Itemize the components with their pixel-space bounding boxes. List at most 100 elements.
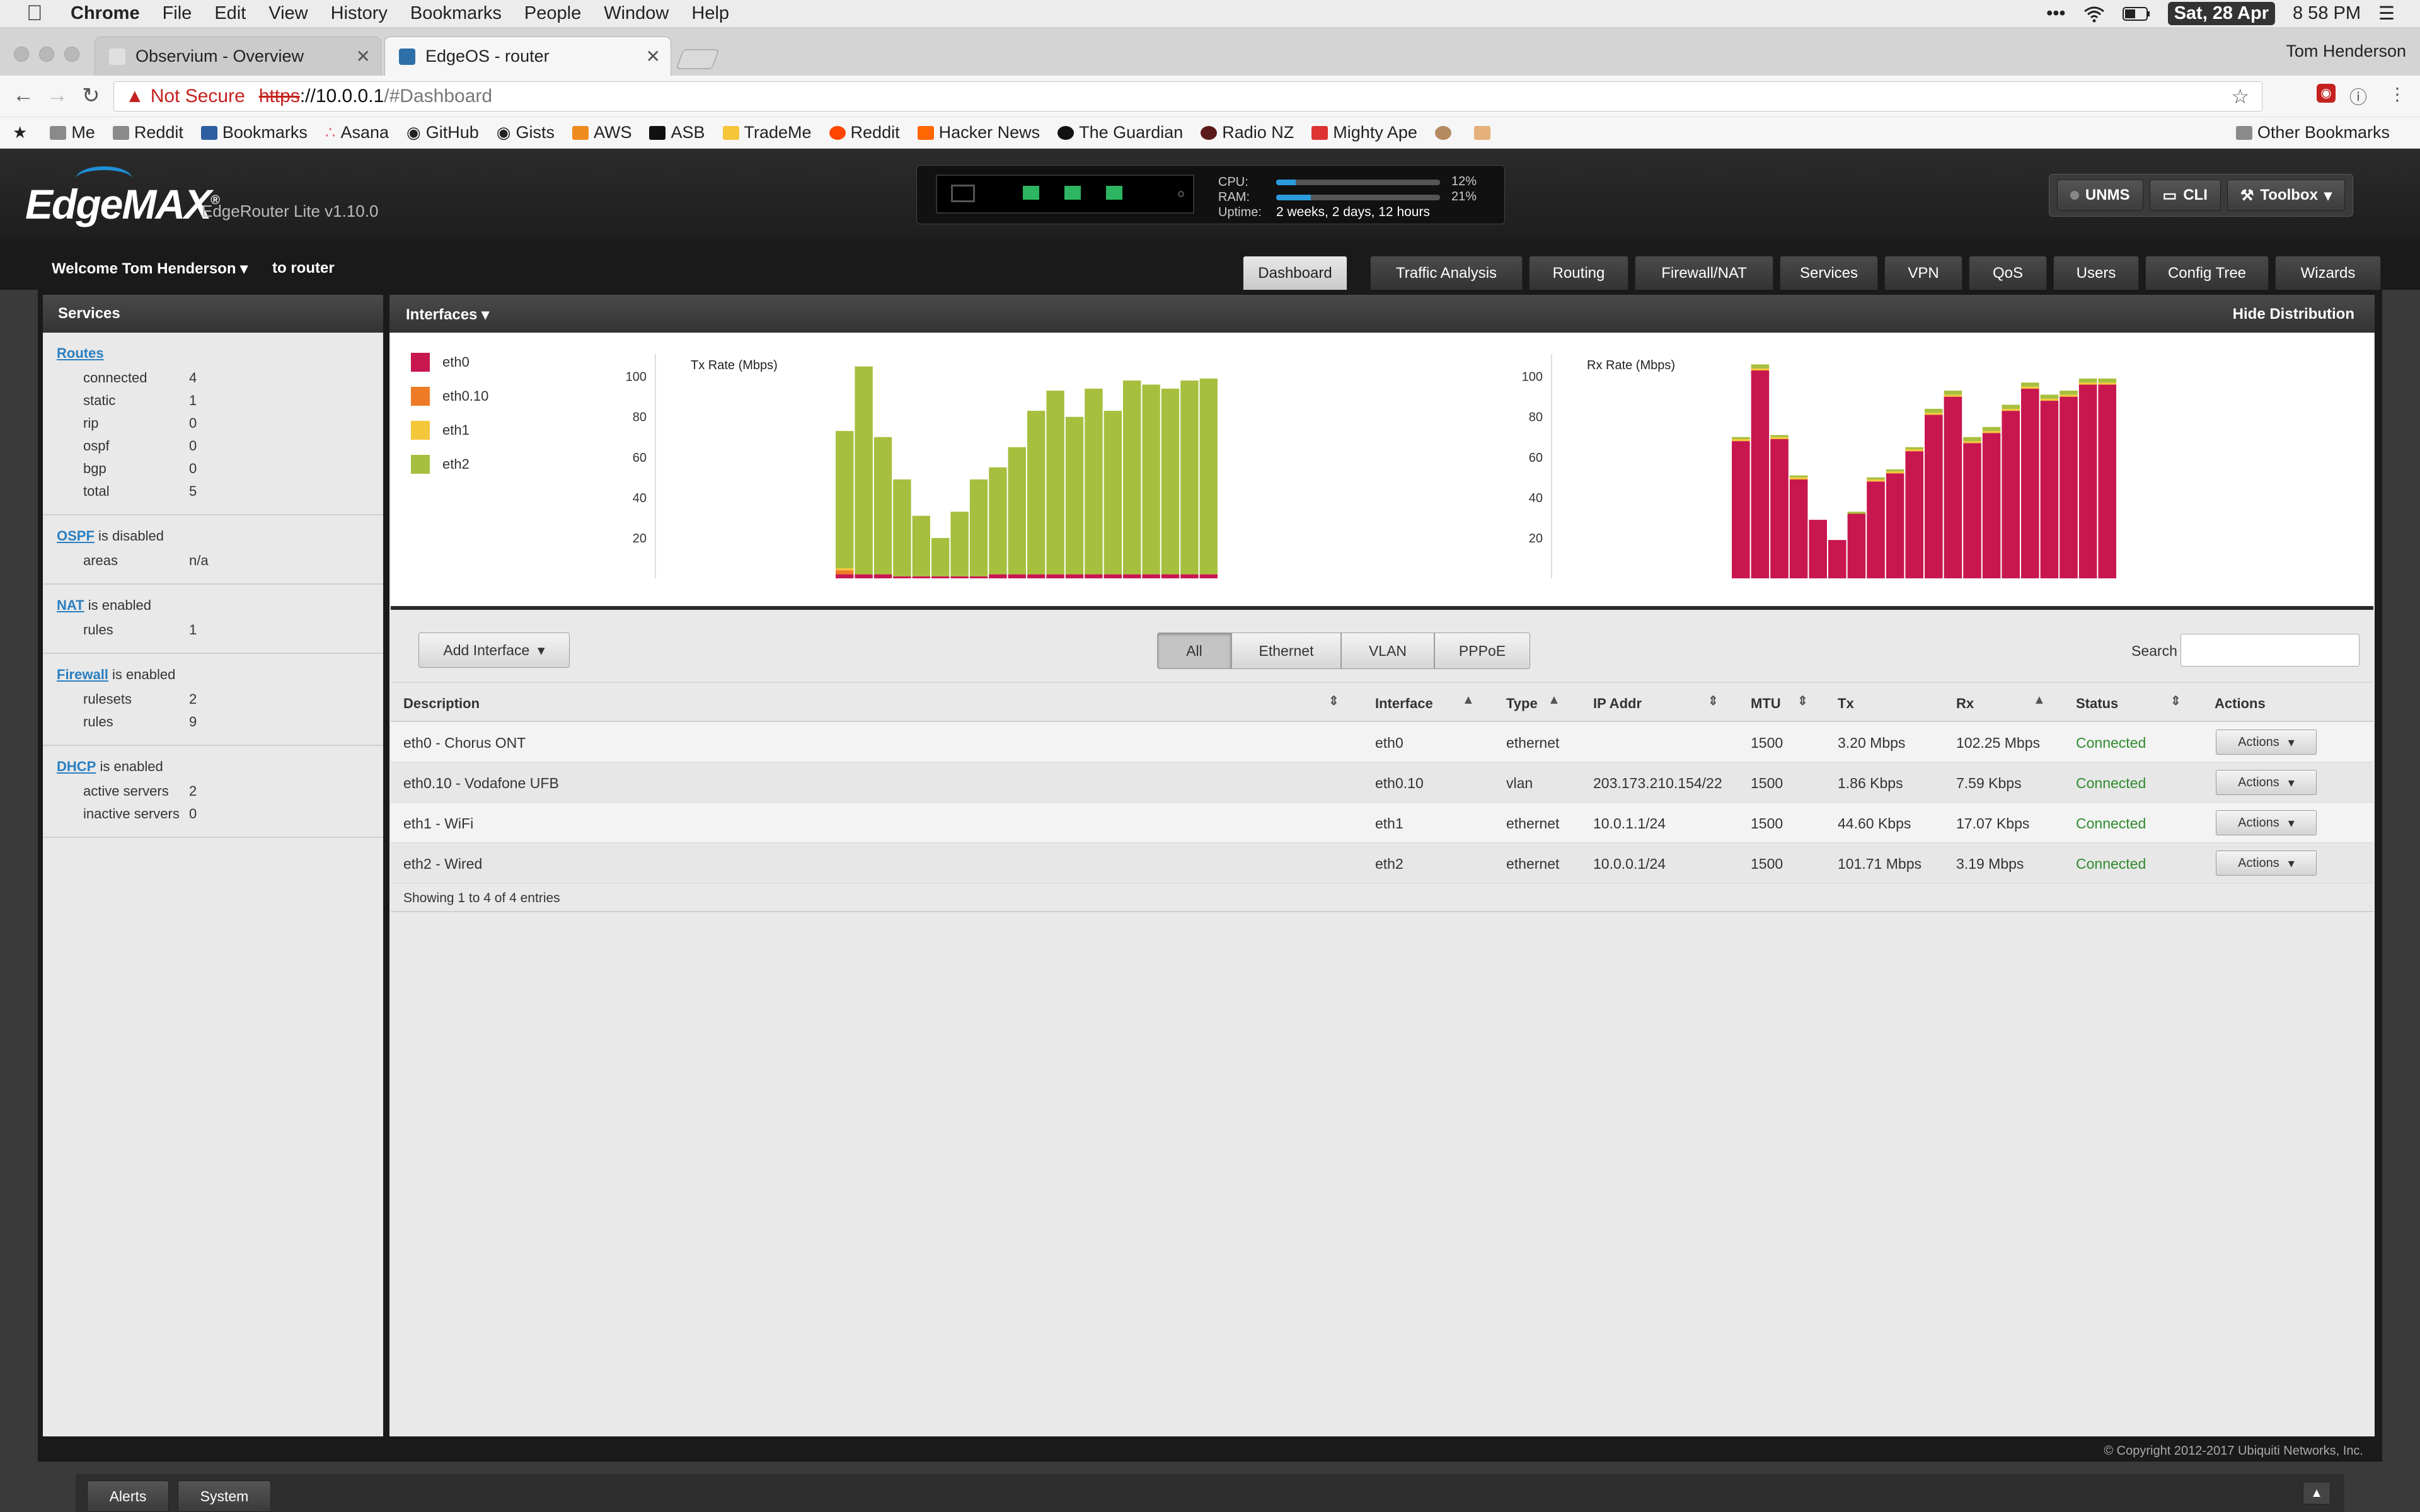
tab-config-tree[interactable]: Config Tree (2145, 256, 2269, 290)
bar-eth1[interactable] (2021, 386, 2039, 389)
alerts-tab[interactable]: Alerts (87, 1480, 169, 1512)
profile-name[interactable]: Tom Henderson (2286, 42, 2406, 61)
ospf-link[interactable]: OSPF (57, 528, 95, 544)
sort-both-icon[interactable]: ⇕ (2170, 693, 2181, 709)
bar-eth0[interactable] (969, 576, 988, 578)
bar-eth0[interactable] (931, 576, 950, 578)
bar-eth2[interactable] (1905, 447, 1923, 449)
bar-eth0[interactable] (1161, 574, 1180, 578)
bookmark-gists[interactable]: ◉ Gists (497, 123, 555, 142)
bar-eth2[interactable] (931, 537, 950, 576)
menubar-date[interactable]: Sat, 28 Apr (2167, 2, 2275, 25)
bar-eth1[interactable] (836, 568, 854, 571)
chrome-menu-icon[interactable]: ⋮ (2388, 84, 2406, 105)
bar-eth2[interactable] (1886, 469, 1904, 472)
bar-eth1[interactable] (1867, 479, 1885, 482)
filter-pppoe[interactable]: PPPoE (1434, 633, 1530, 669)
port-eth2-icon[interactable] (1106, 186, 1122, 200)
info-extension-icon[interactable]: ⓘ (2349, 84, 2367, 109)
actions-button[interactable]: Actions ▾ (2216, 810, 2317, 835)
bar-eth2[interactable] (1789, 475, 1808, 478)
close-tab-icon[interactable]: ✕ (646, 46, 660, 67)
bar-eth2[interactable] (1770, 435, 1789, 437)
bar-eth0[interactable] (1065, 574, 1084, 578)
bar-eth2[interactable] (1732, 437, 1750, 439)
bar-eth0[interactable] (1751, 370, 1770, 578)
bar-eth2[interactable] (893, 479, 911, 576)
tab-dashboard[interactable]: Dashboard (1243, 256, 1347, 290)
bar-eth2[interactable] (1027, 411, 1046, 575)
bar-eth0[interactable] (1770, 438, 1789, 578)
bookmark-radio-nz[interactable]: Radio NZ (1201, 123, 1294, 142)
security-indicator[interactable]: Not Secure (151, 86, 245, 107)
bar-eth1[interactable] (1789, 477, 1808, 480)
bar-eth2[interactable] (1199, 378, 1218, 575)
unms-button[interactable]: UNMS (2056, 180, 2143, 211)
tab-wizards[interactable]: Wizards (2275, 256, 2381, 290)
bar-eth0[interactable] (950, 576, 969, 578)
tab-users[interactable]: Users (2053, 256, 2139, 290)
bar-eth2[interactable] (1046, 391, 1064, 575)
bar-eth0[interactable] (1944, 396, 1962, 578)
sort-both-icon[interactable]: ⇕ (1328, 693, 1339, 709)
bar-eth1[interactable] (1963, 441, 1981, 444)
bar-eth2[interactable] (950, 512, 969, 576)
bar-eth2[interactable] (969, 479, 988, 576)
table-row[interactable]: eth0.10 - Vodafone UFB eth0.10 vlan 203.… (391, 762, 2373, 803)
bar-eth1[interactable] (2060, 394, 2078, 397)
col-rx[interactable]: Rx (1956, 696, 1974, 712)
bar-eth2[interactable] (1161, 388, 1180, 575)
bar-eth0[interactable] (1027, 574, 1046, 578)
firewall-link[interactable]: Firewall (57, 667, 108, 682)
bar-eth0[interactable] (1046, 574, 1064, 578)
reload-icon[interactable]: ↻ (82, 83, 100, 108)
bar-eth0[interactable] (1008, 574, 1026, 578)
welcome-user-menu[interactable]: Welcome Tom Henderson ▾ (52, 260, 248, 278)
bar-eth0[interactable] (1123, 574, 1141, 578)
bar-eth1[interactable] (2002, 408, 2020, 411)
menu-view[interactable]: View (268, 3, 308, 24)
actions-button[interactable]: Actions ▾ (2216, 730, 2317, 755)
window-minimize-button[interactable] (39, 47, 54, 62)
col-tx[interactable]: Tx (1838, 696, 1854, 712)
col-mtu[interactable]: MTU (1751, 696, 1781, 712)
bar-eth0[interactable] (873, 574, 892, 578)
sort-asc-icon[interactable]: ▲ (1462, 693, 1475, 707)
bookmark-hacker-news[interactable]: Hacker News (917, 123, 1040, 142)
routes-link[interactable]: Routes (57, 345, 104, 361)
bookmark-reddit[interactable]: Reddit (829, 123, 900, 142)
wifi-icon[interactable] (2083, 5, 2105, 23)
bookmark-star-icon[interactable]: ☆ (2231, 84, 2249, 108)
bar-eth2[interactable] (2060, 391, 2078, 395)
bar-eth2[interactable] (1085, 388, 1103, 575)
actions-button[interactable]: Actions ▾ (2216, 770, 2317, 795)
menu-bookmarks[interactable]: Bookmarks (410, 3, 502, 24)
table-row[interactable]: eth1 - WiFi eth1 ethernet 10.0.1.1/24 15… (391, 803, 2373, 843)
bar-eth0[interactable] (1732, 441, 1750, 578)
bar-eth0[interactable] (1867, 481, 1885, 578)
bar-eth1[interactable] (1905, 449, 1923, 452)
col-interface[interactable]: Interface (1375, 696, 1433, 712)
bar-eth2[interactable] (1123, 381, 1141, 575)
bar-eth2[interactable] (989, 467, 1007, 575)
bar-eth1[interactable] (2078, 382, 2097, 385)
bar-eth2[interactable] (1847, 512, 1866, 514)
cli-button[interactable]: ▭ CLI (2149, 180, 2221, 211)
bar-eth0[interactable] (2040, 401, 2059, 578)
bookmark-aws[interactable]: AWS (572, 123, 631, 142)
bar-eth0[interactable] (912, 576, 930, 578)
col-type[interactable]: Type (1506, 696, 1538, 712)
bar-eth2[interactable] (2002, 404, 2020, 409)
bookmark-reddit-folder[interactable]: Reddit (112, 123, 183, 142)
legend-eth0[interactable]: eth0 (411, 353, 470, 372)
filter-all[interactable]: All (1157, 633, 1231, 669)
bookmark-asana[interactable]: ∴ Asana (325, 123, 389, 142)
bar-eth2[interactable] (1963, 437, 1981, 442)
tab-traffic-analysis[interactable]: Traffic Analysis (1370, 256, 1523, 290)
close-tab-icon[interactable]: ✕ (356, 46, 371, 67)
bar-eth0[interactable] (1199, 574, 1218, 578)
bookmark-thumbs-up[interactable] (1473, 125, 1495, 140)
bar-eth1[interactable] (1925, 413, 1943, 415)
bar-eth1[interactable] (1944, 394, 1962, 397)
bar-eth0[interactable] (1142, 574, 1160, 578)
